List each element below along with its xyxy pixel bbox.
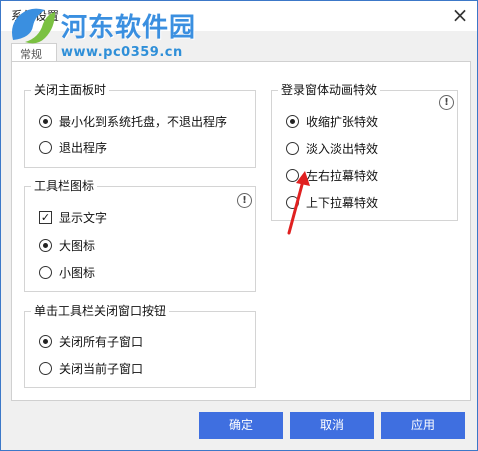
radio-exit-program[interactable] (39, 140, 52, 154)
checkbox-show-text[interactable]: ✓ (39, 210, 52, 224)
toolbar-close-legend: 单击工具栏关闭窗口按钮 (31, 303, 170, 319)
option-exit-program[interactable]: 退出程序 (39, 138, 107, 156)
radio-large-icon[interactable] (39, 238, 52, 252)
radio-shrink-expand[interactable] (286, 114, 299, 128)
option-close-current-child[interactable]: 关闭当前子窗口 (39, 359, 143, 377)
radio-fade[interactable] (286, 141, 299, 155)
ok-button[interactable]: 确定 (199, 412, 283, 439)
close-panel-legend: 关闭主面板时 (31, 82, 110, 98)
option-label: 最小化到系统托盘，不退出程序 (59, 114, 228, 129)
cancel-button[interactable]: 取消 (290, 412, 374, 439)
apply-button[interactable]: 应用 (381, 412, 465, 439)
watermark-name: 河东软件园 (61, 13, 197, 43)
info-icon[interactable]: ! (237, 193, 252, 208)
option-minimize-to-tray[interactable]: 最小化到系统托盘，不退出程序 (39, 112, 227, 130)
close-panel-group: 关闭主面板时 最小化到系统托盘，不退出程序 退出程序 (24, 82, 256, 168)
option-label: 收缩扩张特效 (306, 114, 379, 129)
option-label: 退出程序 (59, 140, 108, 155)
settings-window: 系统设置 × 常规 关闭主面板时 最小化到系统托盘，不退出程序 退出程序 工具栏… (0, 0, 478, 451)
radio-small-icon[interactable] (39, 265, 52, 279)
option-label: 小图标 (59, 265, 96, 280)
option-close-all-children[interactable]: 关闭所有子窗口 (39, 332, 143, 350)
radio-close-all-children[interactable] (39, 334, 52, 348)
option-label: 淡入淡出特效 (306, 141, 379, 156)
settings-panel: 关闭主面板时 最小化到系统托盘，不退出程序 退出程序 工具栏图标 ! ✓ 显示文… (11, 61, 471, 401)
watermark-url: www.pc0359.cn (61, 45, 183, 60)
radio-minimize-to-tray[interactable] (39, 114, 52, 128)
option-shrink-expand[interactable]: 收缩扩张特效 (286, 112, 378, 130)
option-label: 关闭所有子窗口 (59, 334, 144, 349)
option-large-icon[interactable]: 大图标 (39, 236, 95, 254)
login-animation-legend: 登录窗体动画特效 (278, 82, 381, 98)
option-label: 大图标 (59, 238, 96, 253)
option-show-text[interactable]: ✓ 显示文字 (39, 208, 107, 226)
tab-general-label: 常规 (20, 48, 42, 61)
toolbar-close-group: 单击工具栏关闭窗口按钮 关闭所有子窗口 关闭当前子窗口 (24, 303, 256, 388)
red-arrow-icon (287, 171, 310, 235)
toolbar-icon-legend: 工具栏图标 (31, 178, 98, 194)
close-button[interactable]: × (443, 1, 477, 31)
option-fade[interactable]: 淡入淡出特效 (286, 139, 378, 157)
option-label: 关闭当前子窗口 (59, 361, 144, 376)
option-label: 显示文字 (59, 210, 108, 225)
option-small-icon[interactable]: 小图标 (39, 263, 95, 281)
watermark-logo-icon (12, 8, 55, 44)
info-icon[interactable]: ! (439, 95, 454, 110)
radio-close-current-child[interactable] (39, 361, 52, 375)
toolbar-icon-group: 工具栏图标 ! ✓ 显示文字 大图标 小图标 (24, 178, 256, 292)
